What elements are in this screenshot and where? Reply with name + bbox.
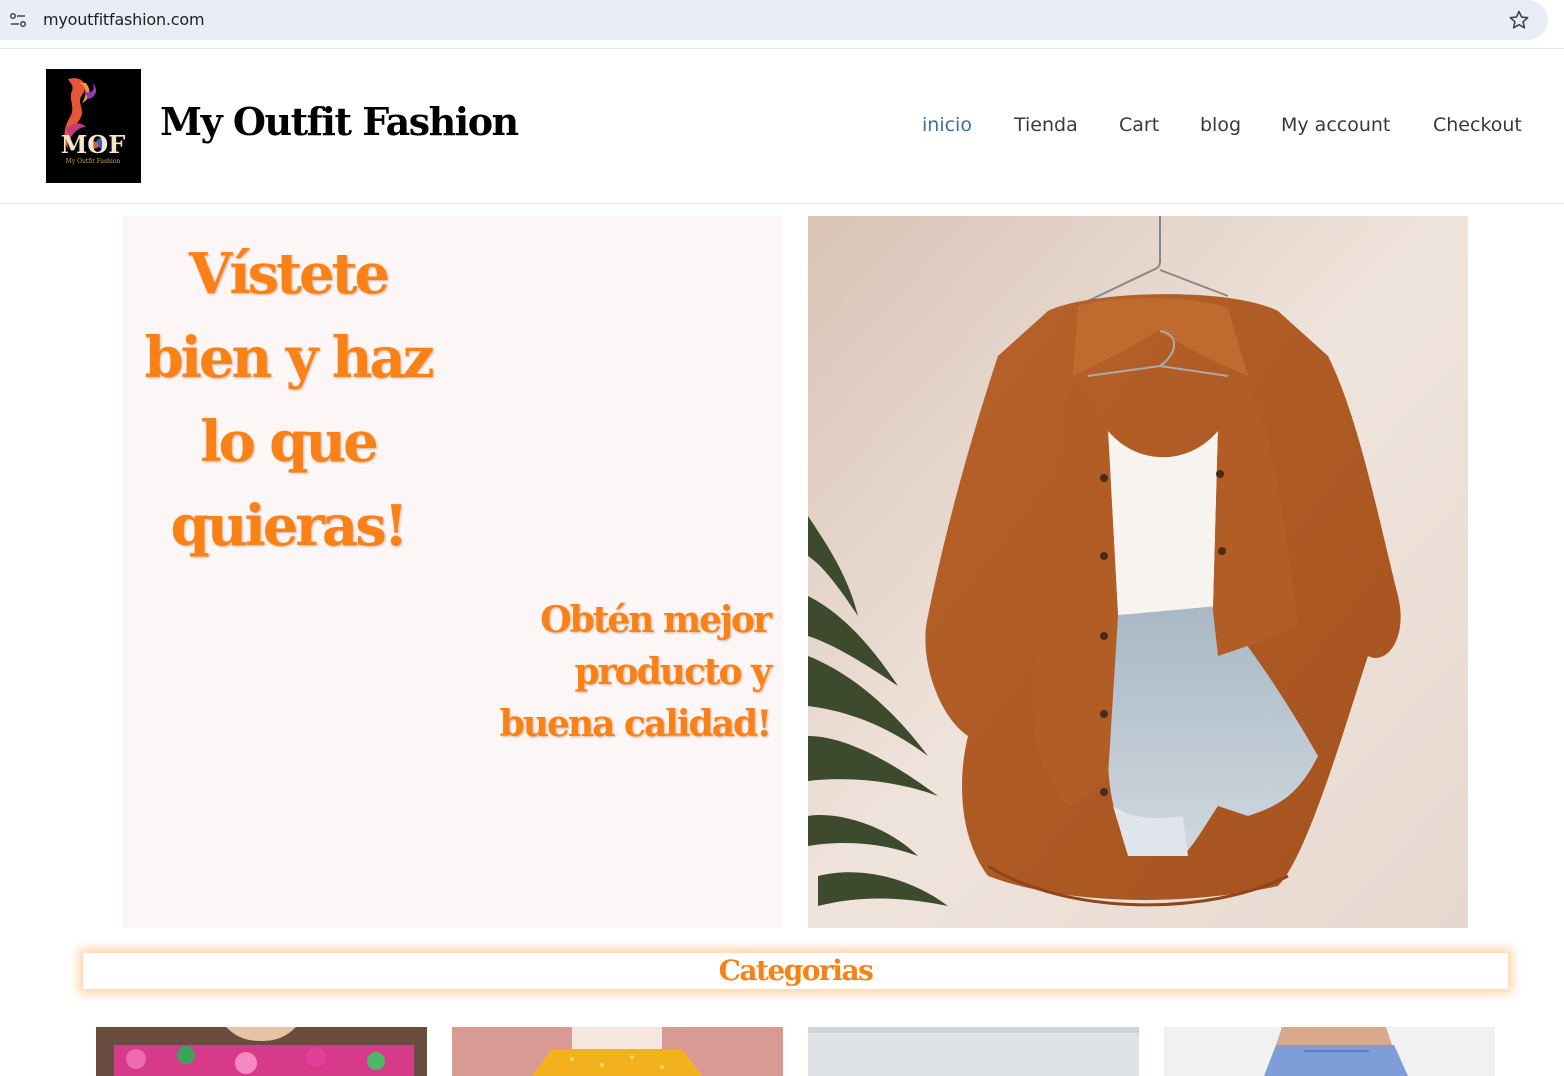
category-card[interactable] [452, 1027, 783, 1076]
hero-title-line: lo que [200, 409, 379, 475]
url-text[interactable]: myoutfitfashion.com [43, 10, 205, 29]
nav-tienda[interactable]: Tienda [1014, 114, 1078, 136]
hero-subtitle-line: Obtén mejor [540, 599, 772, 641]
categories-title: Categorias [718, 954, 874, 987]
hero-title: Vístete bien y haz lo que quieras! [135, 232, 441, 568]
tune-icon[interactable] [8, 10, 28, 30]
hero-title-line: bien y haz [144, 325, 434, 391]
hero-subtitle-line: producto y [574, 651, 772, 693]
hero-title-line: quieras! [170, 493, 409, 559]
star-icon[interactable] [1507, 8, 1531, 32]
hero-subtitle-line: buena calidad! [499, 703, 772, 745]
nav-checkout[interactable]: Checkout [1433, 114, 1522, 136]
category-card[interactable] [1164, 1027, 1495, 1076]
hero-outfit-image [808, 216, 1468, 928]
categories-bar: Categorias [83, 953, 1508, 989]
category-card[interactable] [96, 1027, 427, 1076]
main-nav: inicio Tienda Cart blog My account Check… [0, 114, 1564, 144]
hero-title-line: Vístete [188, 241, 390, 307]
hero-subtitle: Obtén mejor producto y buena calidad! [460, 594, 772, 750]
header-divider [0, 203, 1564, 204]
nav-inicio[interactable]: inicio [922, 114, 972, 136]
logo-subtext: My Outfit Fashion [66, 158, 121, 165]
nav-cart[interactable]: Cart [1119, 114, 1159, 136]
address-bar[interactable]: myoutfitfashion.com [0, 0, 1548, 40]
category-card[interactable] [808, 1027, 1139, 1076]
nav-my-account[interactable]: My account [1281, 114, 1390, 136]
nav-blog[interactable]: blog [1200, 114, 1241, 136]
